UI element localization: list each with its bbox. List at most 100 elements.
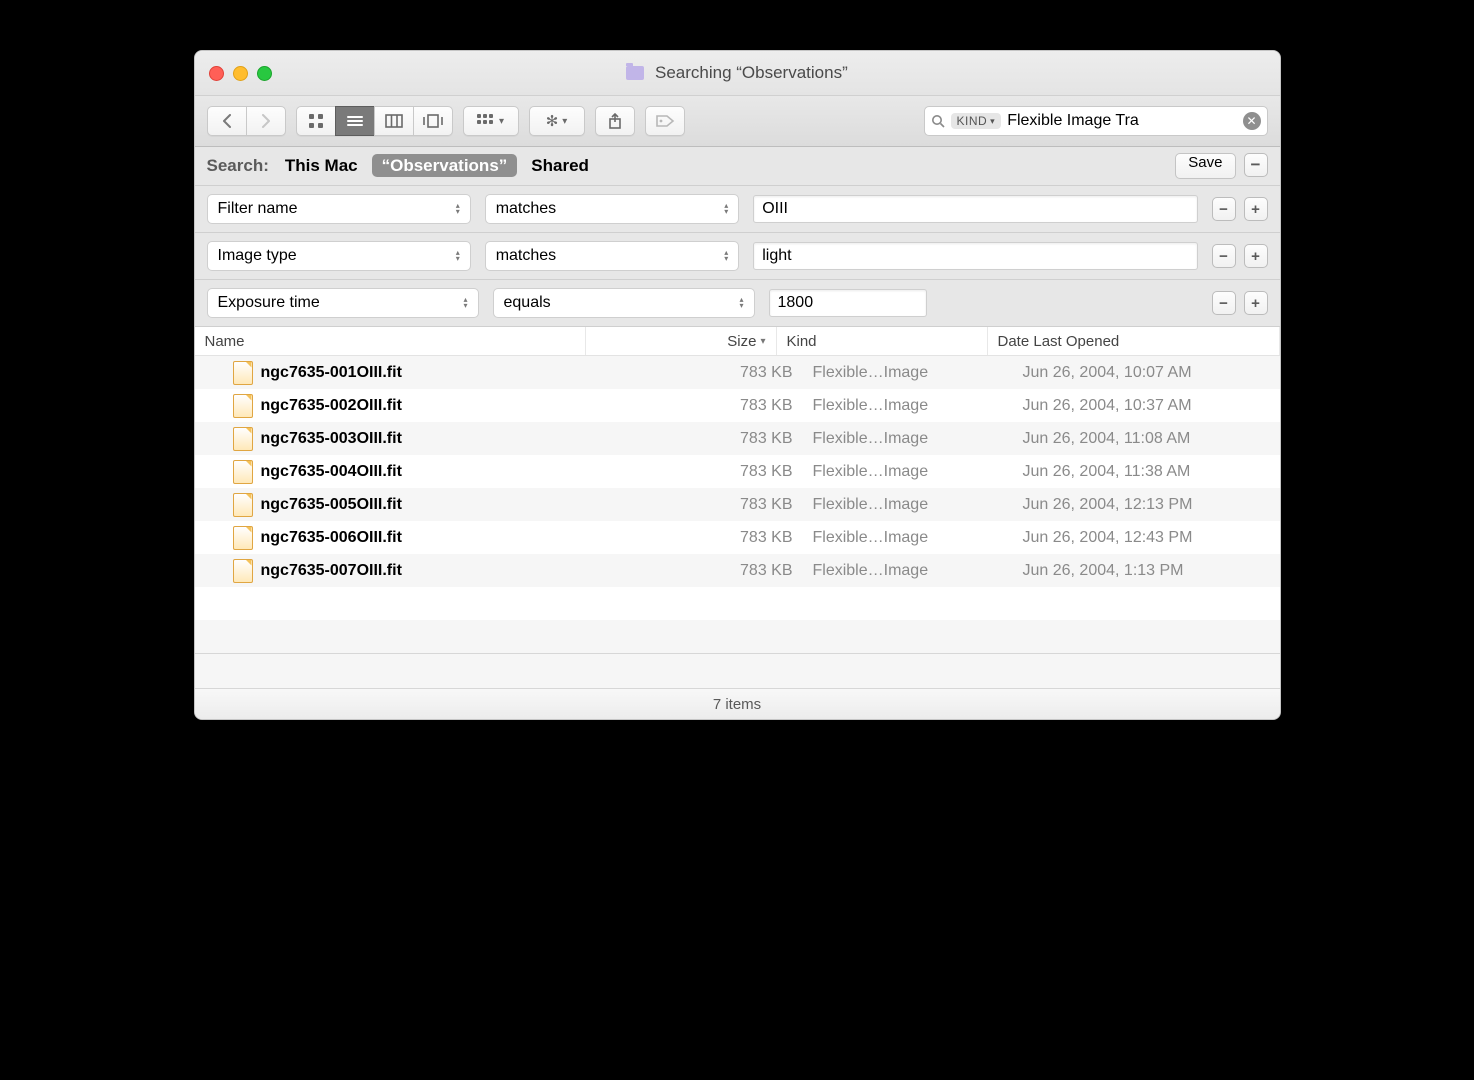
- path-bar: [195, 653, 1280, 688]
- criteria-value-input[interactable]: OIII: [753, 195, 1197, 223]
- criteria-attribute-popup[interactable]: Filter name▴▾: [207, 194, 471, 224]
- file-name: ngc7635-002OIII.fit: [261, 397, 402, 415]
- file-name: ngc7635-005OIII.fit: [261, 496, 402, 514]
- minimize-button[interactable]: [233, 66, 248, 81]
- criteria-value-input[interactable]: 1800: [769, 289, 927, 317]
- save-search-button[interactable]: Save: [1175, 153, 1235, 179]
- titlebar: Searching “Observations”: [195, 51, 1280, 96]
- file-name: ngc7635-003OIII.fit: [261, 430, 402, 448]
- clear-search-button[interactable]: ✕: [1243, 112, 1261, 130]
- file-kind: Flexible…Image: [803, 496, 1013, 514]
- add-criteria-button[interactable]: +: [1244, 291, 1268, 315]
- toolbar: ▾ ✻ ▾ KIND Flexible Image Tra ✕: [195, 96, 1280, 147]
- scope-item[interactable]: This Mac: [285, 156, 358, 175]
- file-size: 783 KB: [613, 496, 803, 514]
- scope-item[interactable]: Shared: [531, 156, 589, 175]
- remove-search-button[interactable]: −: [1244, 153, 1268, 177]
- file-icon: [233, 559, 253, 583]
- forward-button[interactable]: [246, 106, 286, 136]
- col-date[interactable]: Date Last Opened: [988, 327, 1280, 355]
- file-icon: [233, 493, 253, 517]
- file-date: Jun 26, 2004, 1:13 PM: [1013, 562, 1280, 580]
- status-bar: 7 items: [195, 688, 1280, 719]
- tags-button[interactable]: [645, 106, 685, 136]
- file-date: Jun 26, 2004, 11:38 AM: [1013, 463, 1280, 481]
- criteria-row: Exposure time▴▾ equals▴▾ 1800 −+: [195, 280, 1280, 327]
- icon-view-button[interactable]: [296, 106, 335, 136]
- table-row[interactable]: ngc7635-006OIII.fit 783 KBFlexible…ImageJ…: [195, 521, 1280, 554]
- action-button[interactable]: ✻ ▾: [529, 106, 585, 136]
- remove-criteria-button[interactable]: −: [1212, 291, 1236, 315]
- file-date: Jun 26, 2004, 11:08 AM: [1013, 430, 1280, 448]
- file-name: ngc7635-006OIII.fit: [261, 529, 402, 547]
- file-kind: Flexible…Image: [803, 397, 1013, 415]
- criteria-operator-popup[interactable]: matches▴▾: [485, 241, 740, 271]
- file-name: ngc7635-007OIII.fit: [261, 562, 402, 580]
- criteria-value-input[interactable]: light: [753, 242, 1197, 270]
- file-icon: [233, 427, 253, 451]
- gear-icon: ✻: [546, 112, 559, 130]
- window-title: Searching “Observations”: [195, 63, 1280, 83]
- file-icon: [233, 361, 253, 385]
- table-row[interactable]: ngc7635-001OIII.fit 783 KBFlexible…ImageJ…: [195, 356, 1280, 389]
- table-row[interactable]: ngc7635-005OIII.fit 783 KBFlexible…ImageJ…: [195, 488, 1280, 521]
- criteria-attribute-popup[interactable]: Exposure time▴▾: [207, 288, 479, 318]
- arrange-button[interactable]: ▾: [463, 106, 519, 136]
- remove-criteria-button[interactable]: −: [1212, 197, 1236, 221]
- search-text: Flexible Image Tra: [1007, 112, 1236, 130]
- criteria-row: Filter name▴▾ matches▴▾ OIII−+: [195, 186, 1280, 233]
- empty-row: [195, 620, 1280, 653]
- file-kind: Flexible…Image: [803, 364, 1013, 382]
- empty-row: [195, 587, 1280, 620]
- criteria-attribute-popup[interactable]: Image type▴▾: [207, 241, 471, 271]
- scope-label: Search:: [207, 156, 269, 176]
- file-kind: Flexible…Image: [803, 463, 1013, 481]
- add-criteria-button[interactable]: +: [1244, 197, 1268, 221]
- criteria-operator-popup[interactable]: matches▴▾: [485, 194, 740, 224]
- share-button[interactable]: [595, 106, 635, 136]
- finder-window: Searching “Observations”: [194, 50, 1281, 720]
- sort-indicator-icon: ▾: [760, 336, 765, 347]
- table-row[interactable]: ngc7635-003OIII.fit783 KBFlexible…ImageJ…: [195, 422, 1280, 455]
- folder-icon: [626, 66, 644, 80]
- file-icon: [233, 526, 253, 550]
- criteria-row: Image type▴▾ matches▴▾ light−+: [195, 233, 1280, 280]
- file-size: 783 KB: [613, 529, 803, 547]
- scope-bar: Search: This Mac “Observations” Shared Sav…: [195, 147, 1280, 186]
- col-name[interactable]: Name: [195, 327, 586, 355]
- add-criteria-button[interactable]: +: [1244, 244, 1268, 268]
- file-date: Jun 26, 2004, 12:43 PM: [1013, 529, 1280, 547]
- table-row[interactable]: ngc7635-004OIII.fit783 KBFlexible…ImageJ…: [195, 455, 1280, 488]
- close-button[interactable]: [209, 66, 224, 81]
- window-title-text: Searching “Observations”: [655, 63, 848, 82]
- col-kind[interactable]: Kind: [777, 327, 988, 355]
- file-size: 783 KB: [613, 562, 803, 580]
- file-kind: Flexible…Image: [803, 529, 1013, 547]
- col-size[interactable]: Size ▾: [586, 327, 777, 355]
- table-row[interactable]: ngc7635-007OIII.fit783 KBFlexible…ImageJ…: [195, 554, 1280, 587]
- criteria-operator-popup[interactable]: equals▴▾: [493, 288, 755, 318]
- file-size: 783 KB: [613, 397, 803, 415]
- nav-group: [207, 106, 286, 136]
- search-icon: [931, 114, 945, 128]
- zoom-button[interactable]: [257, 66, 272, 81]
- window-controls: [195, 66, 272, 81]
- file-date: Jun 26, 2004, 10:07 AM: [1013, 364, 1280, 382]
- file-name: ngc7635-001OIII.fit: [261, 364, 402, 382]
- column-header: Name Size ▾ Kind Date Last Opened: [195, 327, 1280, 356]
- column-view-button[interactable]: [374, 106, 413, 136]
- file-size: 783 KB: [613, 364, 803, 382]
- table-row[interactable]: ngc7635-002OIII.fit 783 KBFlexible…ImageJ…: [195, 389, 1280, 422]
- search-field[interactable]: KIND Flexible Image Tra ✕: [924, 106, 1268, 136]
- results-list: ngc7635-001OIII.fit783 KBFlexible…ImageJ…: [195, 356, 1280, 653]
- gallery-view-button[interactable]: [413, 106, 453, 136]
- back-button[interactable]: [207, 106, 246, 136]
- remove-criteria-button[interactable]: −: [1212, 244, 1236, 268]
- scope-item[interactable]: “Observations”: [372, 154, 518, 177]
- file-date: Jun 26, 2004, 10:37 AM: [1013, 397, 1280, 415]
- file-size: 783 KB: [613, 430, 803, 448]
- file-date: Jun 26, 2004, 12:13 PM: [1013, 496, 1280, 514]
- search-kind-token[interactable]: KIND: [951, 113, 1002, 129]
- list-view-button[interactable]: [335, 106, 374, 136]
- file-icon: [233, 460, 253, 484]
